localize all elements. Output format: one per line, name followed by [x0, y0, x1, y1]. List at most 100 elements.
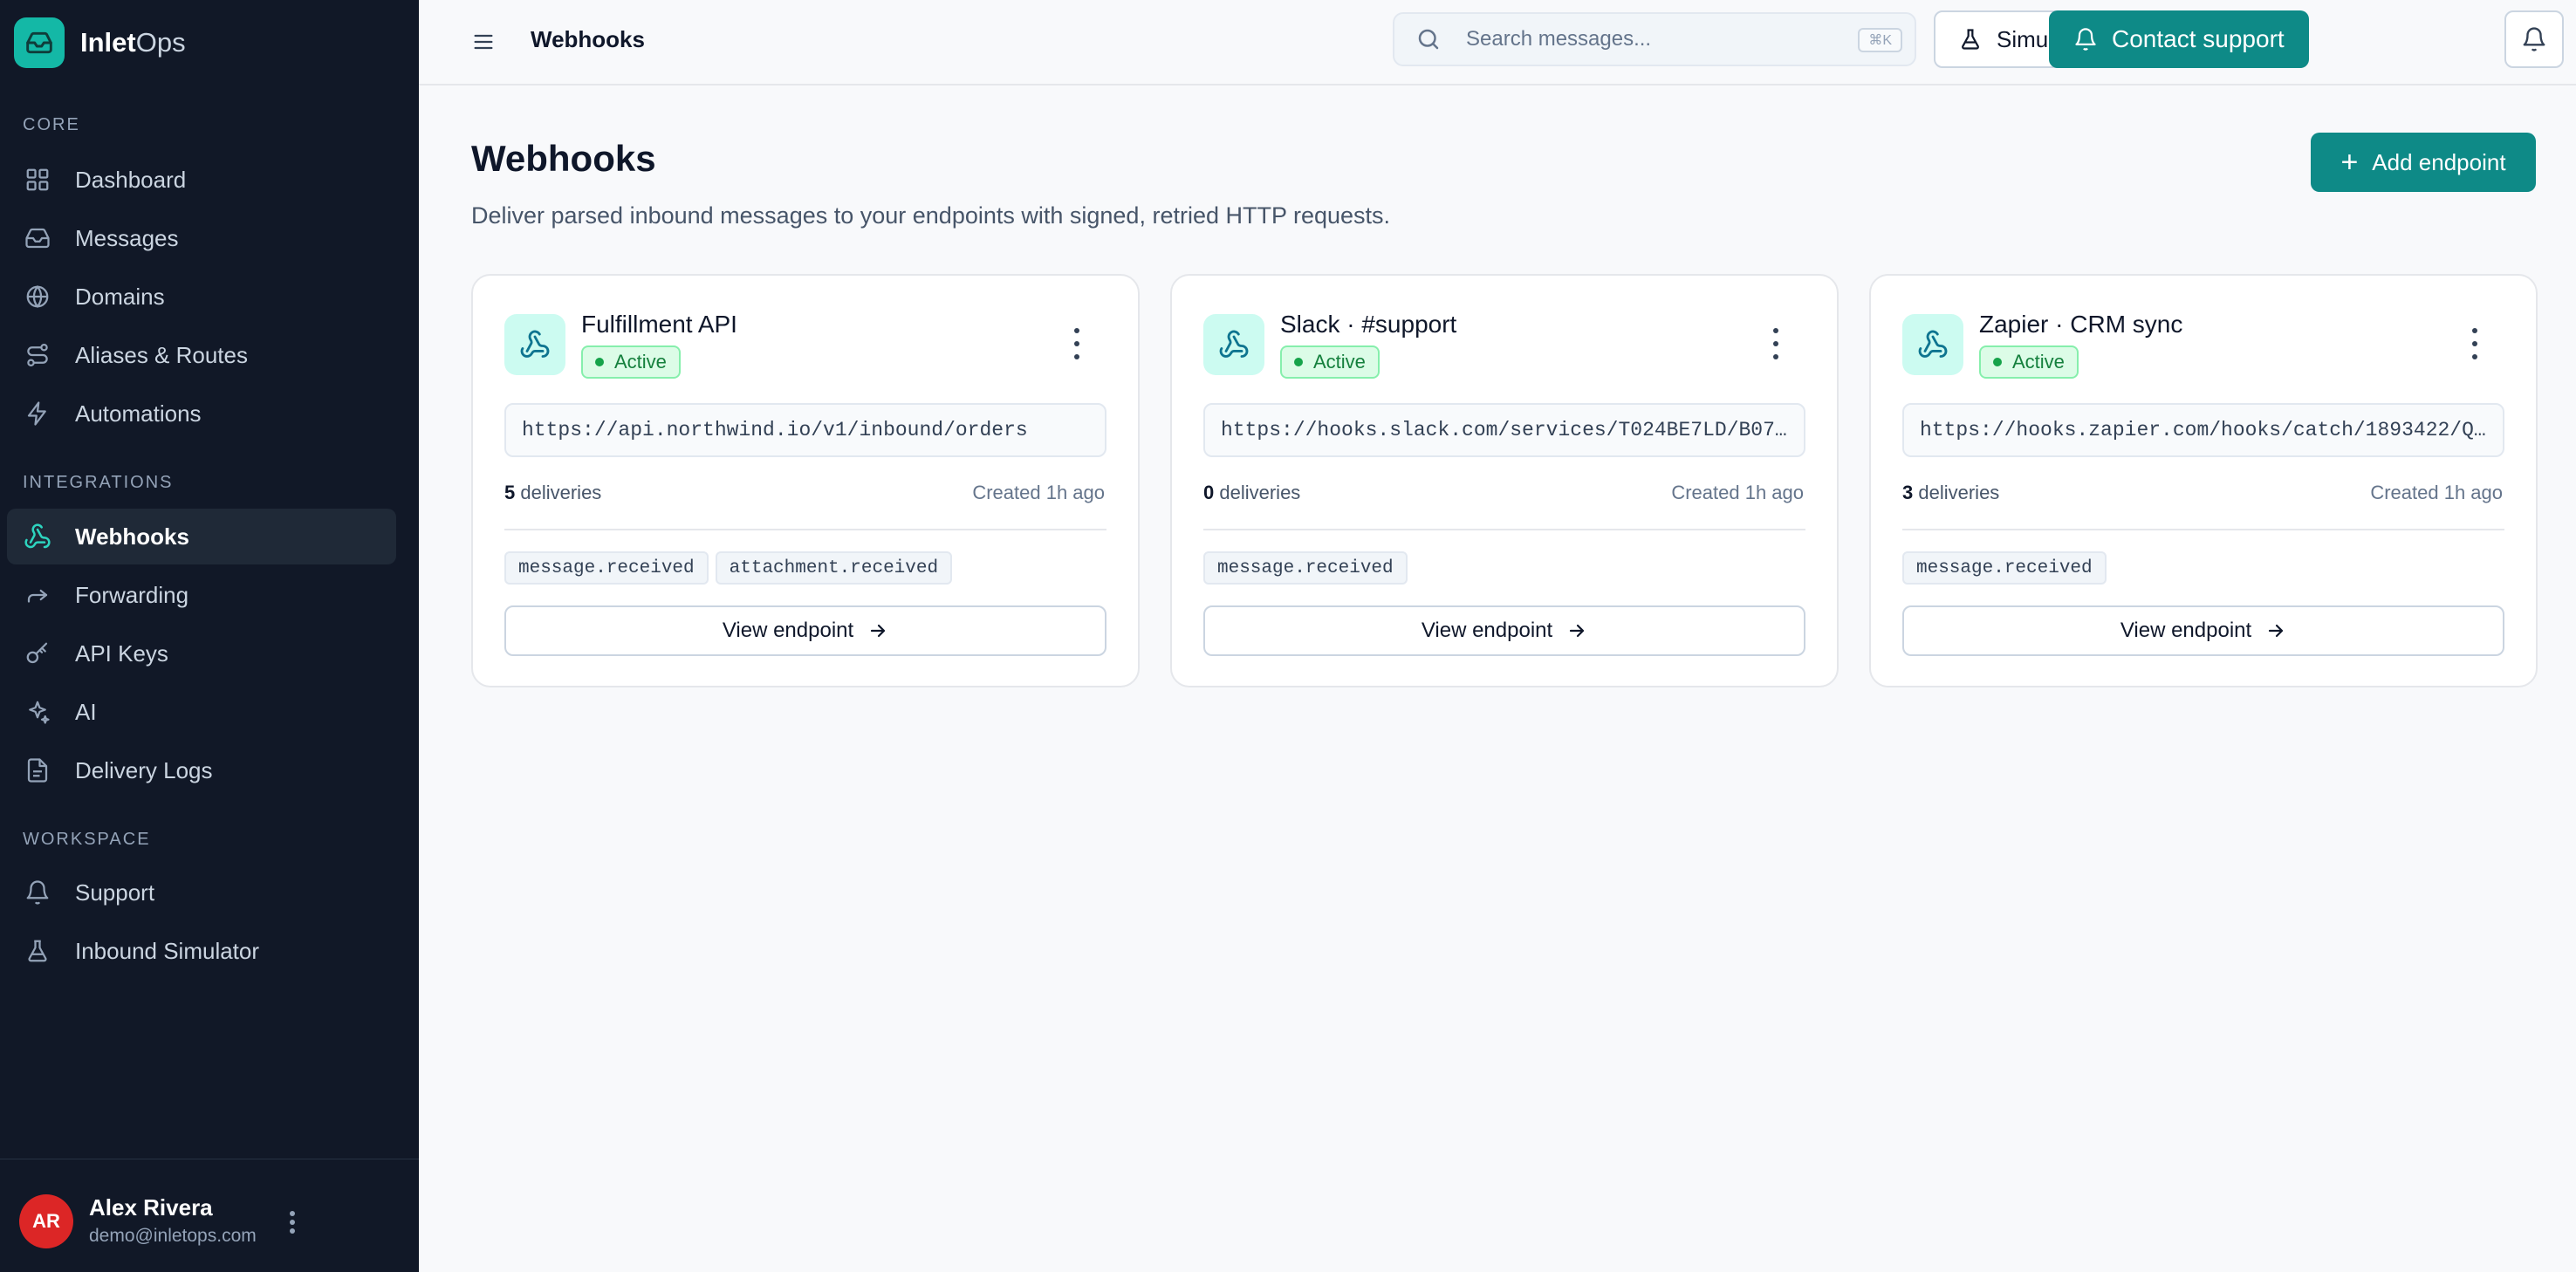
- brand[interactable]: InletOps: [14, 17, 186, 68]
- divider: [1203, 529, 1805, 530]
- shortcut-hint: ⌘K: [1858, 28, 1902, 52]
- sidebar-item-support[interactable]: Support: [7, 865, 396, 920]
- view-endpoint-label: View endpoint: [1421, 619, 1553, 642]
- sidebar-item-forwarding[interactable]: Forwarding: [7, 567, 396, 623]
- page-title: Webhooks: [471, 138, 656, 179]
- created-time: Created 1h ago: [2370, 482, 2503, 503]
- status-label: Active: [2012, 351, 2065, 373]
- delivery-count-label: deliveries: [520, 482, 602, 503]
- sidebar-item-domains[interactable]: Domains: [7, 269, 396, 325]
- contact-support-button[interactable]: Contact support: [2049, 10, 2309, 68]
- endpoint-url[interactable]: https://api.northwind.io/v1/inbound/orde…: [504, 403, 1106, 457]
- view-endpoint-button[interactable]: View endpoint: [1902, 605, 2504, 656]
- add-endpoint-label: Add endpoint: [2372, 148, 2506, 175]
- endpoint-url[interactable]: https://hooks.zapier.com/hooks/catch/189…: [1902, 403, 2504, 457]
- divider: [1902, 529, 2504, 530]
- webhook-icon: [23, 522, 52, 551]
- endpoint-name: Slack · #support: [1280, 311, 1457, 338]
- plus-icon: +: [2340, 146, 2359, 179]
- section-label-integrations: INTEGRATIONS: [23, 473, 174, 492]
- forward-icon: [23, 580, 52, 610]
- status-dot: [1294, 358, 1303, 366]
- delivery-count-value: 3: [1902, 482, 1914, 503]
- bell-icon: [2521, 26, 2547, 52]
- view-endpoint-button[interactable]: View endpoint: [504, 605, 1106, 656]
- more-vertical-icon[interactable]: [279, 1207, 305, 1238]
- webhook-icon: [1203, 314, 1264, 375]
- sidebar-item-label: Dashboard: [75, 166, 187, 193]
- page-subtitle: Deliver parsed inbound messages to your …: [471, 202, 1391, 229]
- sidebar-item-webhooks[interactable]: Webhooks: [7, 509, 396, 564]
- event-tag: message.received: [1902, 551, 2107, 585]
- sidebar-item-inbound-simulator[interactable]: Inbound Simulator: [7, 923, 396, 979]
- webhook-card: Fulfillment API Active https://api.north…: [471, 274, 1140, 687]
- status-dot: [595, 358, 604, 366]
- user-email: demo@inletops.com: [89, 1226, 257, 1246]
- created-time: Created 1h ago: [1671, 482, 1804, 503]
- endpoint-url-text: https://hooks.zapier.com/hooks/catch/189…: [1920, 419, 2487, 441]
- arrow-right-icon: [867, 620, 888, 641]
- search-bar[interactable]: ⌘K: [1393, 12, 1916, 66]
- delivery-count-label: deliveries: [1918, 482, 2000, 503]
- search-input[interactable]: [1466, 27, 1833, 51]
- dashboard-icon: [23, 165, 52, 195]
- webhook-card: Slack · #support Active https://hooks.sl…: [1170, 274, 1839, 687]
- sidebar-item-label: Webhooks: [75, 523, 189, 550]
- topbar: Webhooks ⌘K Simulate inbound Contact sup…: [419, 0, 2576, 85]
- event-tag: attachment.received: [715, 551, 953, 585]
- user-name: Alex Rivera: [89, 1194, 213, 1221]
- arrow-right-icon: [1566, 620, 1587, 641]
- sidebar-item-ai[interactable]: AI: [7, 684, 396, 740]
- flask-icon: [23, 936, 52, 966]
- user-profile[interactable]: AR Alex Rivera demo@inletops.com: [0, 1159, 419, 1272]
- bell-icon: [2073, 27, 2098, 51]
- sidebar-item-label: Forwarding: [75, 581, 189, 608]
- delivery-count-value: 0: [1203, 482, 1215, 503]
- sidebar-item-label: Inbound Simulator: [75, 937, 260, 964]
- status-label: Active: [1313, 351, 1366, 373]
- endpoint-name: Zapier · CRM sync: [1979, 311, 2183, 338]
- sidebar-item-label: Automations: [75, 400, 202, 427]
- hamburger-menu-icon[interactable]: [466, 24, 501, 59]
- event-tags: message.received: [1203, 551, 1415, 585]
- globe-icon: [23, 282, 52, 311]
- sidebar: InletOps CORE Dashboard Messages Domains…: [0, 0, 419, 1272]
- sidebar-item-api-keys[interactable]: API Keys: [7, 626, 396, 681]
- more-vertical-icon[interactable]: [2466, 328, 2484, 359]
- sidebar-item-automations[interactable]: Automations: [7, 386, 396, 441]
- sidebar-item-delivery-logs[interactable]: Delivery Logs: [7, 742, 396, 798]
- sidebar-item-dashboard[interactable]: Dashboard: [7, 152, 396, 208]
- sparkles-icon: [23, 697, 52, 727]
- webhook-icon: [1902, 314, 1963, 375]
- status-badge: Active: [581, 345, 681, 379]
- inbox-logo-icon: [14, 17, 65, 68]
- sidebar-item-label: Messages: [75, 224, 179, 251]
- file-icon: [23, 756, 52, 785]
- view-endpoint-button[interactable]: View endpoint: [1203, 605, 1805, 656]
- inbox-icon: [23, 223, 52, 253]
- event-tag: message.received: [1203, 551, 1408, 585]
- section-label-core: CORE: [23, 115, 80, 134]
- view-endpoint-label: View endpoint: [2120, 619, 2252, 642]
- more-vertical-icon[interactable]: [1767, 328, 1785, 359]
- event-tags: message.received attachment.received: [504, 551, 959, 585]
- delivery-count: 3 deliveries: [1902, 482, 1999, 504]
- key-icon: [23, 639, 52, 668]
- status-badge: Active: [1280, 345, 1380, 379]
- avatar: AR: [19, 1194, 73, 1248]
- sidebar-item-label: AI: [75, 698, 97, 725]
- sidebar-item-label: Support: [75, 879, 155, 906]
- event-tag: message.received: [504, 551, 709, 585]
- endpoint-url-text: https://hooks.slack.com/services/T024BE7…: [1221, 419, 1788, 441]
- endpoint-name: Fulfillment API: [581, 311, 737, 338]
- add-endpoint-button[interactable]: + Add endpoint: [2311, 133, 2536, 192]
- endpoint-url[interactable]: https://hooks.slack.com/services/T024BE7…: [1203, 403, 1805, 457]
- webhook-card: Zapier · CRM sync Active https://hooks.z…: [1869, 274, 2538, 687]
- sidebar-item-label: Domains: [75, 283, 165, 310]
- view-endpoint-label: View endpoint: [722, 619, 854, 642]
- sidebar-item-aliases-routes[interactable]: Aliases & Routes: [7, 327, 396, 383]
- more-vertical-icon[interactable]: [1068, 328, 1086, 359]
- notifications-button[interactable]: [2504, 10, 2564, 68]
- endpoint-url-text: https://api.northwind.io/v1/inbound/orde…: [522, 419, 1028, 441]
- sidebar-item-messages[interactable]: Messages: [7, 210, 396, 266]
